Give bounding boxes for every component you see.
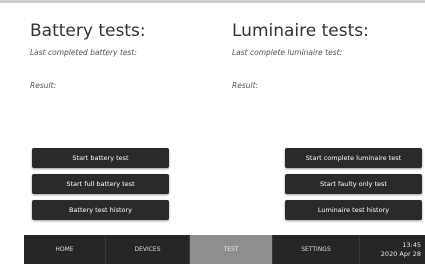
bottom-nav: HOME DEVICES TEST SETTINGS 13:45 2020 Ap… <box>24 235 425 264</box>
battery-test-history-button[interactable]: Battery test history <box>32 200 169 220</box>
nav-settings[interactable]: SETTINGS <box>273 235 360 264</box>
luminaire-test-history-button[interactable]: Luminaire test history <box>285 200 422 220</box>
clock: 13:45 2020 Apr 28 <box>360 235 425 264</box>
start-faulty-only-test-button[interactable]: Start faulty only test <box>285 174 422 194</box>
luminaire-last-label: Last complete luminaire test: <box>232 48 343 57</box>
luminaire-panel: Luminaire tests: Last complete luminaire… <box>232 22 369 90</box>
luminaire-tests-title: Luminaire tests: <box>232 21 369 41</box>
start-full-battery-test-button[interactable]: Start full battery test <box>32 174 169 194</box>
nav-home[interactable]: HOME <box>24 235 106 264</box>
clock-date: 2020 Apr 28 <box>380 249 421 258</box>
battery-result-label: Result: <box>30 81 57 90</box>
nav-devices[interactable]: DEVICES <box>106 235 190 264</box>
nav-test[interactable]: TEST <box>190 235 273 264</box>
battery-panel: Battery tests: Last completed battery te… <box>30 22 146 90</box>
top-border <box>0 0 425 3</box>
clock-time: 13:45 <box>402 240 421 249</box>
battery-tests-title: Battery tests: <box>30 21 146 41</box>
luminaire-result-label: Result: <box>232 81 259 90</box>
start-battery-test-button[interactable]: Start battery test <box>32 148 169 168</box>
battery-last-label: Last completed battery test: <box>30 48 137 57</box>
start-complete-luminaire-test-button[interactable]: Start complete luminaire test <box>285 148 422 168</box>
